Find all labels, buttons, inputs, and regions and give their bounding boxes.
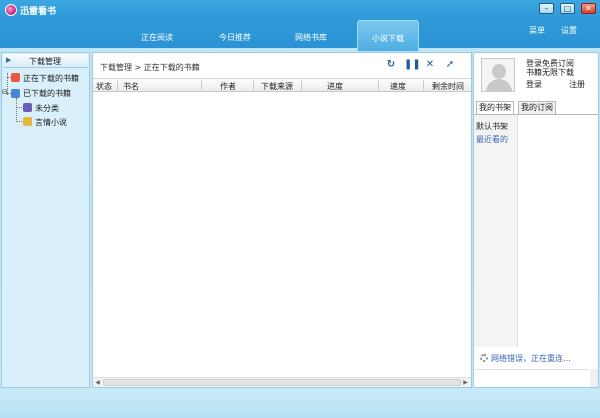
expand-arrow-icon: ▶	[6, 56, 12, 64]
open-icon[interactable]: ➚	[444, 59, 456, 71]
app-title: 迅雷看书	[20, 7, 57, 17]
column-divider	[423, 80, 424, 91]
column-author[interactable]: 作者	[220, 81, 236, 92]
refresh-icon[interactable]: ↻	[385, 59, 397, 71]
login-button[interactable]: 登录	[524, 79, 544, 91]
promo-line: 登录免费订阅	[526, 59, 574, 68]
column-header-row: 状态 书名 作者 下载来源 进度 速度 剩余时间	[93, 78, 471, 92]
tree-item-label: 正在下载的书籍	[23, 74, 79, 83]
tree-item-label: 未分类	[35, 104, 59, 113]
title-bar: 迅雷看书 – □ ✕	[0, 0, 600, 22]
column-source[interactable]: 下载来源	[261, 81, 293, 92]
tab-download[interactable]: 小说下载	[357, 20, 419, 51]
vertical-scrollbar[interactable]	[590, 369, 598, 387]
menu-link[interactable]: 菜单	[529, 25, 545, 36]
register-button[interactable]: 注册	[567, 79, 587, 91]
app-window: 迅雷看书 – □ ✕ 菜单 设置 正在阅读 今日推荐 网络书库 小说下载 ▶ 下…	[0, 0, 600, 418]
scroll-right-icon[interactable]: ▶	[461, 379, 470, 387]
shelf-item-recent[interactable]: 最近看的	[476, 134, 508, 145]
message-area[interactable]	[475, 369, 589, 387]
pause-icon[interactable]: ❚❚	[404, 59, 421, 71]
column-divider	[253, 80, 254, 91]
tree-item-label: 已下载的书籍	[23, 89, 71, 98]
avatar-body-icon	[486, 79, 512, 91]
book-icon	[23, 103, 32, 112]
close-button[interactable]: ✕	[581, 3, 596, 14]
avatar	[481, 58, 515, 92]
tree-connector	[16, 107, 22, 108]
minimize-button[interactable]: –	[539, 3, 554, 14]
download-list-panel: 下载管理 > 正在下载的书籍 ↻ ❚❚ ✕ ➚ 状态 书名 作者 下载来源 进度…	[92, 52, 472, 388]
app-logo-icon	[5, 4, 17, 16]
column-remaining[interactable]: 剩余时间	[432, 81, 464, 92]
tab-reading[interactable]: 正在阅读	[126, 20, 188, 51]
tree-connector	[16, 98, 17, 122]
tree-header-label: 下载管理	[29, 57, 61, 66]
breadcrumb-bar: 下载管理 > 正在下载的书籍 ↻ ❚❚ ✕ ➚	[93, 53, 471, 77]
column-speed[interactable]: 速度	[390, 81, 406, 92]
settings-link[interactable]: 设置	[561, 25, 577, 36]
column-progress[interactable]: 进度	[327, 81, 343, 92]
tree-connector	[16, 121, 22, 122]
column-divider	[117, 80, 118, 91]
collapse-icon: ⊟	[2, 88, 8, 96]
scroll-left-icon[interactable]: ◀	[93, 379, 102, 387]
horizontal-scrollbar[interactable]: ◀ ▶	[93, 377, 471, 387]
tab-my-bookshelf[interactable]: 我的书架	[476, 101, 514, 114]
connection-status: 网络错误，正在重连…	[480, 353, 571, 364]
column-divider	[201, 80, 202, 91]
delete-icon[interactable]: ✕	[424, 59, 436, 71]
breadcrumb: 下载管理 > 正在下载的书籍	[100, 63, 200, 72]
tab-recommend[interactable]: 今日推荐	[204, 20, 266, 51]
column-status[interactable]: 状态	[96, 81, 112, 92]
download-tree-panel: ▶ 下载管理 正在下载的书籍 ⊟ 已下载的书籍 未分类 言情小说	[1, 52, 90, 388]
account-panel: 登录免费订阅 书籍无限下载 登录 注册 我的书架 我的订阅 默认书架 最近看的 …	[473, 52, 599, 388]
tree-header[interactable]: ▶ 下载管理	[3, 54, 88, 68]
column-title[interactable]: 书名	[123, 81, 139, 92]
download-folder-icon	[11, 73, 20, 82]
downloaded-books-icon	[11, 89, 20, 98]
book-icon	[23, 117, 32, 126]
promo-line: 书籍无限下载	[526, 68, 574, 77]
scroll-thumb[interactable]	[103, 379, 461, 386]
bookshelf-list: 默认书架 最近看的	[474, 115, 518, 347]
tab-library[interactable]: 网络书库	[280, 20, 342, 51]
tab-my-subscriptions[interactable]: 我的订阅	[518, 101, 556, 114]
tree-item-label: 言情小说	[35, 118, 67, 127]
shelf-item-default[interactable]: 默认书架	[476, 121, 508, 132]
status-bar	[0, 390, 600, 418]
maximize-button[interactable]: □	[560, 3, 575, 14]
column-divider	[378, 80, 379, 91]
column-divider	[301, 80, 302, 91]
status-text: 网络错误，正在重连…	[491, 354, 571, 363]
login-promo: 登录免费订阅 书籍无限下载	[526, 59, 574, 77]
loading-spinner-icon	[480, 354, 488, 362]
avatar-head-icon	[492, 64, 506, 79]
